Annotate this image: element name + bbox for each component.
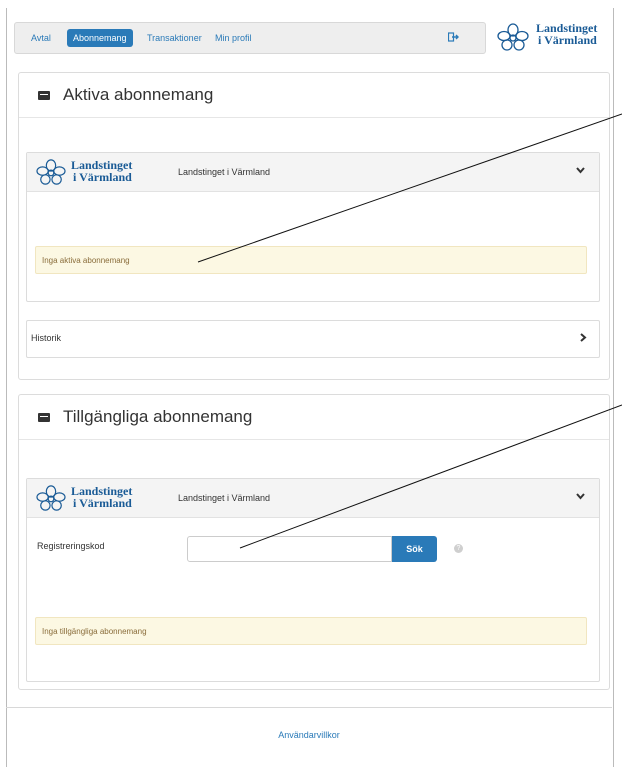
chevron-down-icon[interactable] [576,489,585,503]
question-circle-icon[interactable]: ? [454,544,463,553]
sign-out-icon[interactable] [447,32,459,45]
registration-code-label: Registreringskod [37,541,105,551]
provider-logo: Landstinget i Värmland [35,158,175,188]
active-provider-accordion: Landstinget i Värmland Landstinget i Värm… [26,152,600,302]
provider-name: Landstinget i Värmland [178,493,271,503]
chevron-down-icon[interactable] [576,163,585,177]
search-button[interactable]: Sök [392,536,437,562]
brand-logo[interactable]: Landstinget i Värmland [496,20,610,56]
nav-item-min-profil[interactable]: Min profil [209,29,258,47]
no-active-notice: Inga aktiva abonnemang [35,246,587,274]
panel-header: Aktiva abonnemang [19,73,609,118]
footer: Användarvillkor [6,707,612,768]
history-row[interactable]: Historik [26,320,600,358]
provider-name: Landstinget i Värmland [178,167,271,177]
nav-item-avtal[interactable]: Avtal [25,29,57,47]
no-available-notice: Inga tillgängliga abonnemang [35,617,587,645]
panel-header: Tillgängliga abonnemang [19,395,609,440]
provider-header[interactable]: Landstinget i Värmland Landstinget i Värm… [27,153,599,192]
panel-title: Tillgängliga abonnemang [63,407,253,426]
chevron-right-icon [580,330,587,345]
flower-logo-icon [36,485,66,511]
nav-item-abonnemang[interactable]: Abonnemang [67,29,133,47]
flower-logo-icon [497,23,529,51]
available-provider-accordion: Landstinget i Värmland Landstinget i Värm… [26,478,600,682]
history-label: Historik [31,333,62,343]
provider-logo: Landstinget i Värmland [35,484,175,514]
top-nav: Avtal Abonnemang Transaktioner Min profi… [14,22,486,54]
credit-card-icon [38,413,50,422]
registration-code-input[interactable] [187,536,392,562]
credit-card-icon [38,91,50,100]
panel-title: Aktiva abonnemang [63,85,214,104]
nav-item-transaktioner[interactable]: Transaktioner [141,29,208,47]
terms-link[interactable]: Användarvillkor [6,730,612,740]
provider-header[interactable]: Landstinget i Värmland Landstinget i Värm… [27,479,599,518]
brand-text: Landstinget i Värmland [536,21,598,47]
flower-logo-icon [36,159,66,185]
